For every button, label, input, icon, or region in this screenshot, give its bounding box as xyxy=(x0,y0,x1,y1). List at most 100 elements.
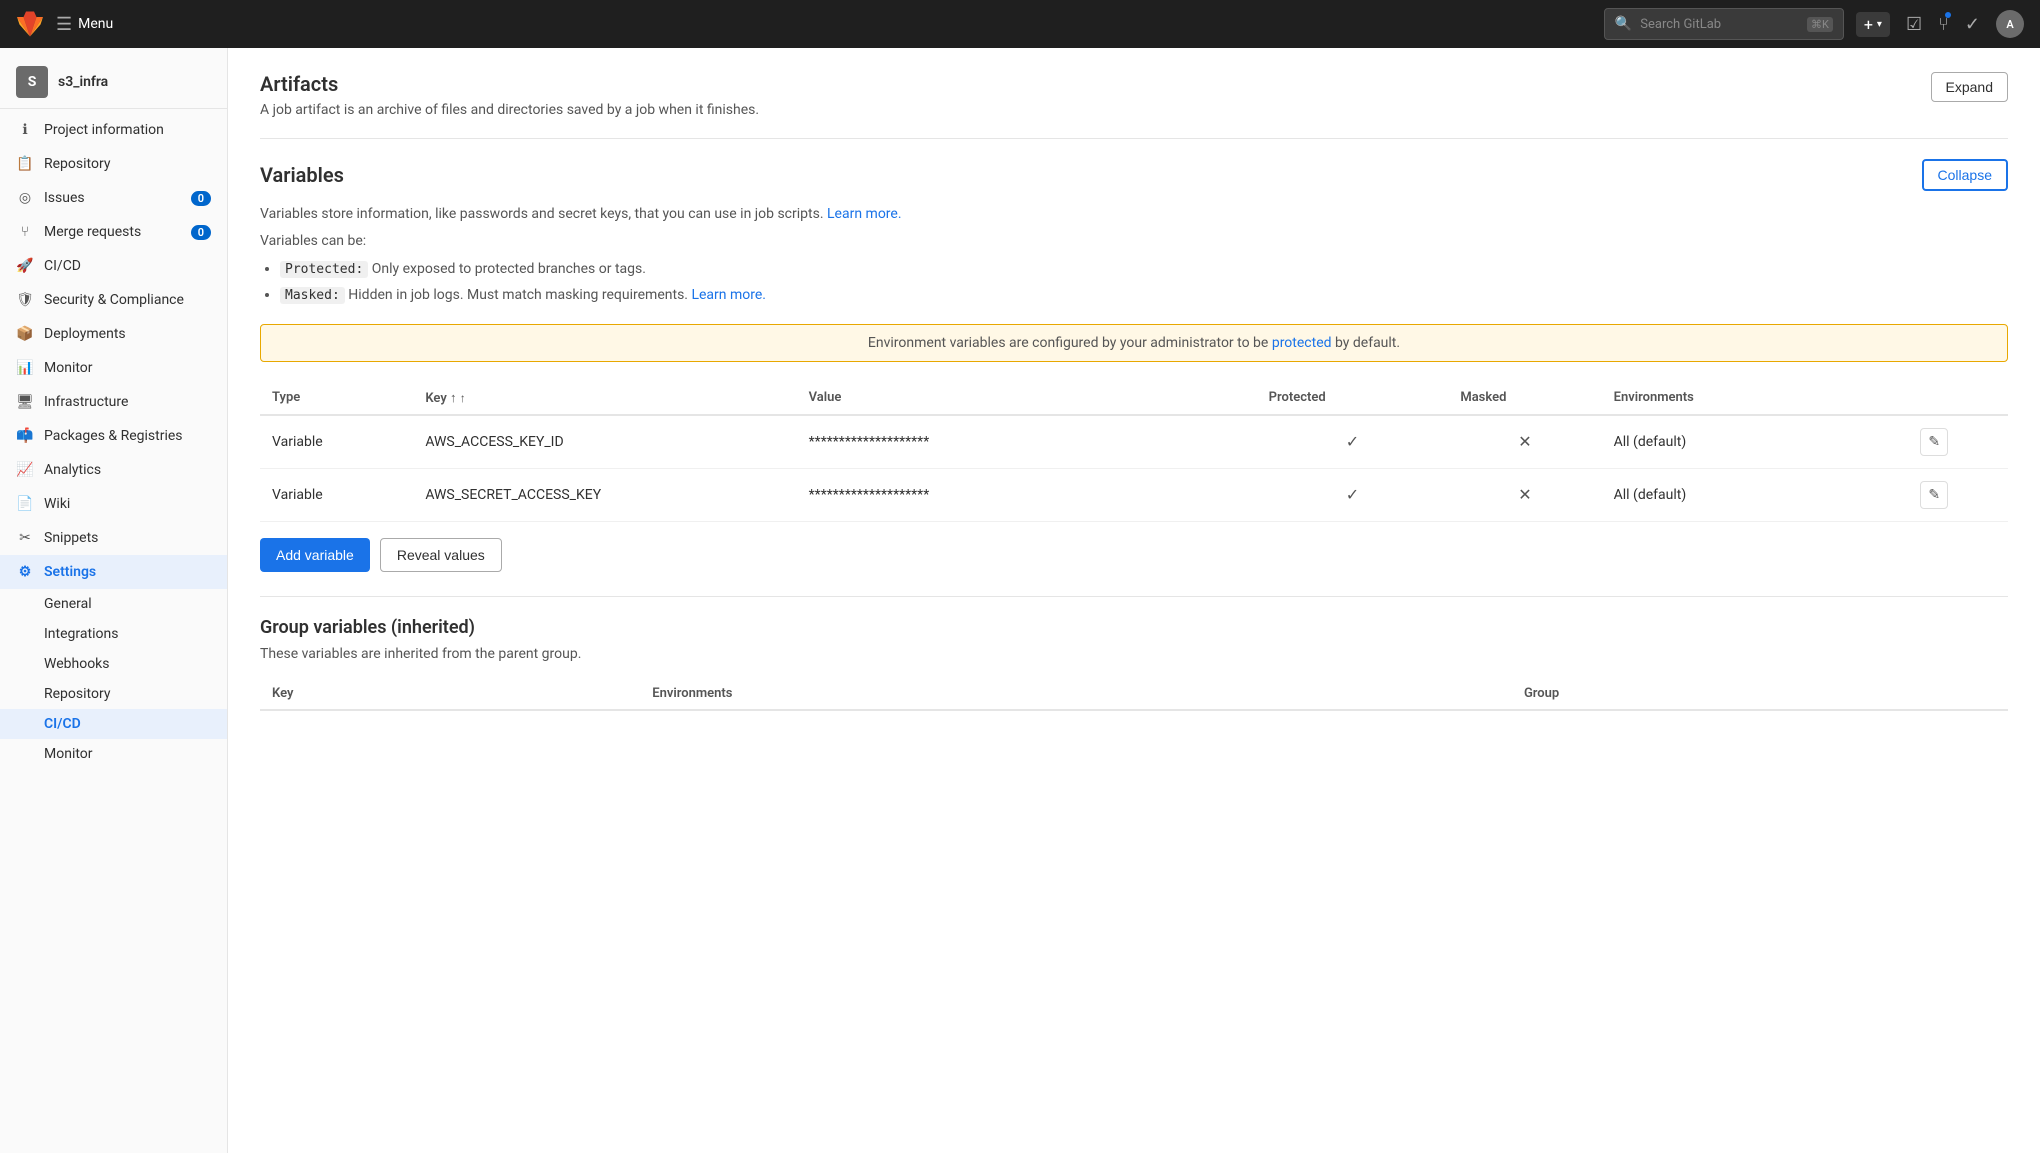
col-header-masked: Masked xyxy=(1448,382,1601,415)
cell-value: ******************** xyxy=(797,415,1257,469)
cell-masked: ✕ xyxy=(1448,415,1601,469)
sidebar-item-label: Merge requests xyxy=(44,224,141,240)
sidebar-item-label: Monitor xyxy=(44,360,93,376)
cell-actions: ✎ xyxy=(1908,415,2008,469)
masked-code: Masked: xyxy=(280,287,345,304)
warning-text: Environment variables are configured by … xyxy=(868,335,1268,351)
warning-link[interactable]: protected xyxy=(1272,335,1332,351)
cell-type: Variable xyxy=(260,415,413,469)
user-avatar[interactable]: A xyxy=(1996,10,2024,38)
search-shortcut: ⌘K xyxy=(1807,17,1833,32)
variables-list: Protected: Only exposed to protected bra… xyxy=(280,257,2008,307)
group-col-environments: Environments xyxy=(640,678,1512,710)
sidebar-item-settings[interactable]: ⚙ Settings xyxy=(0,555,227,589)
menu-button[interactable]: ☰ Menu xyxy=(56,14,113,35)
sidebar-item-label: Infrastructure xyxy=(44,394,128,410)
cell-environments: All (default) xyxy=(1602,415,1909,469)
learn-more-link[interactable]: Learn more. xyxy=(827,206,902,222)
sidebar-item-label: Security & Compliance xyxy=(44,292,184,308)
sidebar-sub-item-repository[interactable]: Repository xyxy=(0,679,227,709)
section-divider xyxy=(260,138,2008,139)
sidebar-sub-label: Repository xyxy=(44,686,110,702)
sidebar-item-deployments[interactable]: 📦 Deployments xyxy=(0,317,227,351)
hamburger-icon: ☰ xyxy=(56,14,72,35)
col-header-value: Value xyxy=(797,382,1257,415)
key-col-label: Key xyxy=(425,391,446,406)
snippet-icon: ✂ xyxy=(16,529,34,547)
project-avatar: S xyxy=(16,66,48,98)
search-bar[interactable]: 🔍 Search GitLab ⌘K xyxy=(1604,8,1844,40)
server-icon: 🖥 xyxy=(16,393,34,411)
sidebar-sub-item-monitor[interactable]: Monitor xyxy=(0,739,227,769)
group-col-group: Group xyxy=(1512,678,2008,710)
nav-icons: + ▾ ☑ ⑂ ✓ A xyxy=(1856,10,2024,38)
package-icon: 📫 xyxy=(16,427,34,445)
protected-desc: Only exposed to protected branches or ta… xyxy=(372,261,646,277)
sidebar-sub-item-integrations[interactable]: Integrations xyxy=(0,619,227,649)
variables-can-be: Variables can be: xyxy=(260,233,2008,249)
sidebar-item-project-information[interactable]: ℹ Project information xyxy=(0,113,227,147)
edit-variable-button[interactable]: ✎ xyxy=(1920,428,1948,456)
x-icon: ✕ xyxy=(1518,485,1531,504)
masked-learn-more-link[interactable]: Learn more. xyxy=(691,287,766,303)
shield-icon: 🛡 xyxy=(16,291,34,309)
cell-protected: ✓ xyxy=(1257,415,1449,469)
col-header-environments: Environments xyxy=(1602,382,1909,415)
sidebar-sub-item-webhooks[interactable]: Webhooks xyxy=(0,649,227,679)
sidebar-item-issues[interactable]: ◎ Issues 0 xyxy=(0,181,227,215)
sidebar-item-packages-registries[interactable]: 📫 Packages & Registries xyxy=(0,419,227,453)
info-icon: ℹ xyxy=(16,121,34,139)
sort-asc-icon: ↑ xyxy=(450,391,457,406)
sidebar-item-label: Analytics xyxy=(44,462,101,478)
project-header[interactable]: S s3_infra xyxy=(0,56,227,109)
variables-section: Variables Collapse Variables store infor… xyxy=(260,159,2008,711)
issue-icon: ◎ xyxy=(16,189,34,207)
edit-variable-button[interactable]: ✎ xyxy=(1920,481,1948,509)
sidebar-sub-item-general[interactable]: General xyxy=(0,589,227,619)
sidebar-item-wiki[interactable]: 📄 Wiki xyxy=(0,487,227,521)
cell-key: AWS_ACCESS_KEY_ID xyxy=(413,415,796,469)
sidebar-item-label: CI/CD xyxy=(44,258,81,274)
artifacts-section-header: Artifacts A job artifact is an archive o… xyxy=(260,72,2008,118)
variables-table: Type Key ↑ Value Protected Masked Enviro… xyxy=(260,382,2008,522)
issues-badge: 0 xyxy=(191,191,211,206)
variables-list-item-masked: Masked: Hidden in job logs. Must match m… xyxy=(280,283,2008,308)
sidebar-item-merge-requests[interactable]: ⑂ Merge requests 0 xyxy=(0,215,227,249)
sidebar-item-cicd[interactable]: 🚀 CI/CD xyxy=(0,249,227,283)
cell-masked: ✕ xyxy=(1448,468,1601,521)
variables-actions: Add variable Reveal values xyxy=(260,538,2008,572)
todo-icon[interactable]: ☑ xyxy=(1906,14,1922,35)
variables-description: Variables store information, like passwo… xyxy=(260,203,2008,225)
sidebar-item-monitor[interactable]: 📊 Monitor xyxy=(0,351,227,385)
col-header-actions xyxy=(1908,382,2008,415)
main-layout: S s3_infra ℹ Project information 📋 Repos… xyxy=(0,48,2040,1153)
sidebar-item-security-compliance[interactable]: 🛡 Security & Compliance xyxy=(0,283,227,317)
reveal-values-button[interactable]: Reveal values xyxy=(380,538,502,572)
sidebar-item-repository[interactable]: 📋 Repository xyxy=(0,147,227,181)
group-col-key: Key xyxy=(260,678,640,710)
add-variable-button[interactable]: Add variable xyxy=(260,538,370,572)
sidebar-item-analytics[interactable]: 📈 Analytics xyxy=(0,453,227,487)
merge-icon: ⑂ xyxy=(16,223,34,241)
issues-icon[interactable]: ✓ xyxy=(1965,14,1980,35)
top-nav: ☰ Menu 🔍 Search GitLab ⌘K + ▾ ☑ ⑂ ✓ A xyxy=(0,0,2040,48)
masked-desc: Hidden in job logs. Must match masking r… xyxy=(348,287,688,303)
wiki-icon: 📄 xyxy=(16,495,34,513)
sidebar-sub-item-cicd[interactable]: CI/CD xyxy=(0,709,227,739)
sidebar-item-infrastructure[interactable]: 🖥 Infrastructure xyxy=(0,385,227,419)
check-icon: ✓ xyxy=(1346,485,1359,504)
merge-requests-icon[interactable]: ⑂ xyxy=(1938,14,1949,35)
new-button[interactable]: + ▾ xyxy=(1856,12,1890,37)
variables-list-item-protected: Protected: Only exposed to protected bra… xyxy=(280,257,2008,282)
variables-header: Variables Collapse xyxy=(260,159,2008,191)
gitlab-logo[interactable] xyxy=(16,10,44,38)
cell-environments: All (default) xyxy=(1602,468,1909,521)
table-row: Variable AWS_ACCESS_KEY_ID *************… xyxy=(260,415,2008,469)
merge-requests-badge: 0 xyxy=(191,225,211,240)
expand-button[interactable]: Expand xyxy=(1931,72,2008,102)
sidebar-item-snippets[interactable]: ✂ Snippets xyxy=(0,521,227,555)
sidebar-item-label: Packages & Registries xyxy=(44,428,183,444)
col-header-key[interactable]: Key ↑ xyxy=(413,382,796,415)
collapse-button[interactable]: Collapse xyxy=(1922,159,2008,191)
sidebar-item-label: Settings xyxy=(44,564,96,580)
